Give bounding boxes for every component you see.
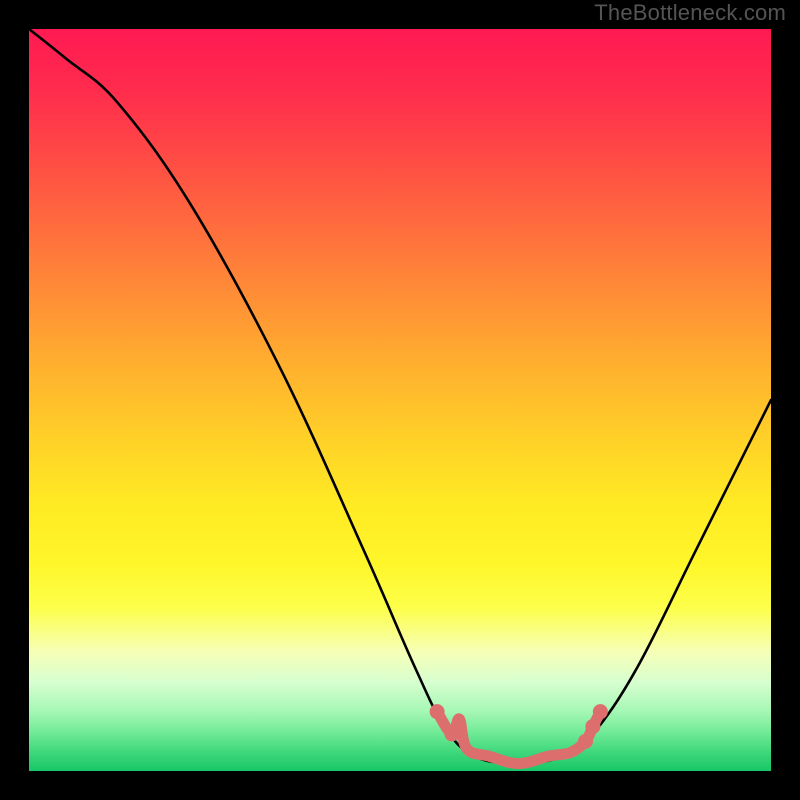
- optimal-band-marker: [430, 704, 445, 719]
- chart-canvas: TheBottleneck.com: [0, 0, 800, 800]
- optimal-band-marker: [578, 734, 593, 749]
- plot-area: [29, 29, 771, 771]
- optimal-band-marker: [593, 704, 608, 719]
- watermark-text: TheBottleneck.com: [594, 0, 786, 26]
- optimal-band-marker: [585, 719, 600, 734]
- chart-svg: [29, 29, 771, 771]
- optimal-band: [437, 712, 600, 764]
- bottleneck-curve: [29, 29, 771, 764]
- optimal-band-marker: [444, 726, 459, 741]
